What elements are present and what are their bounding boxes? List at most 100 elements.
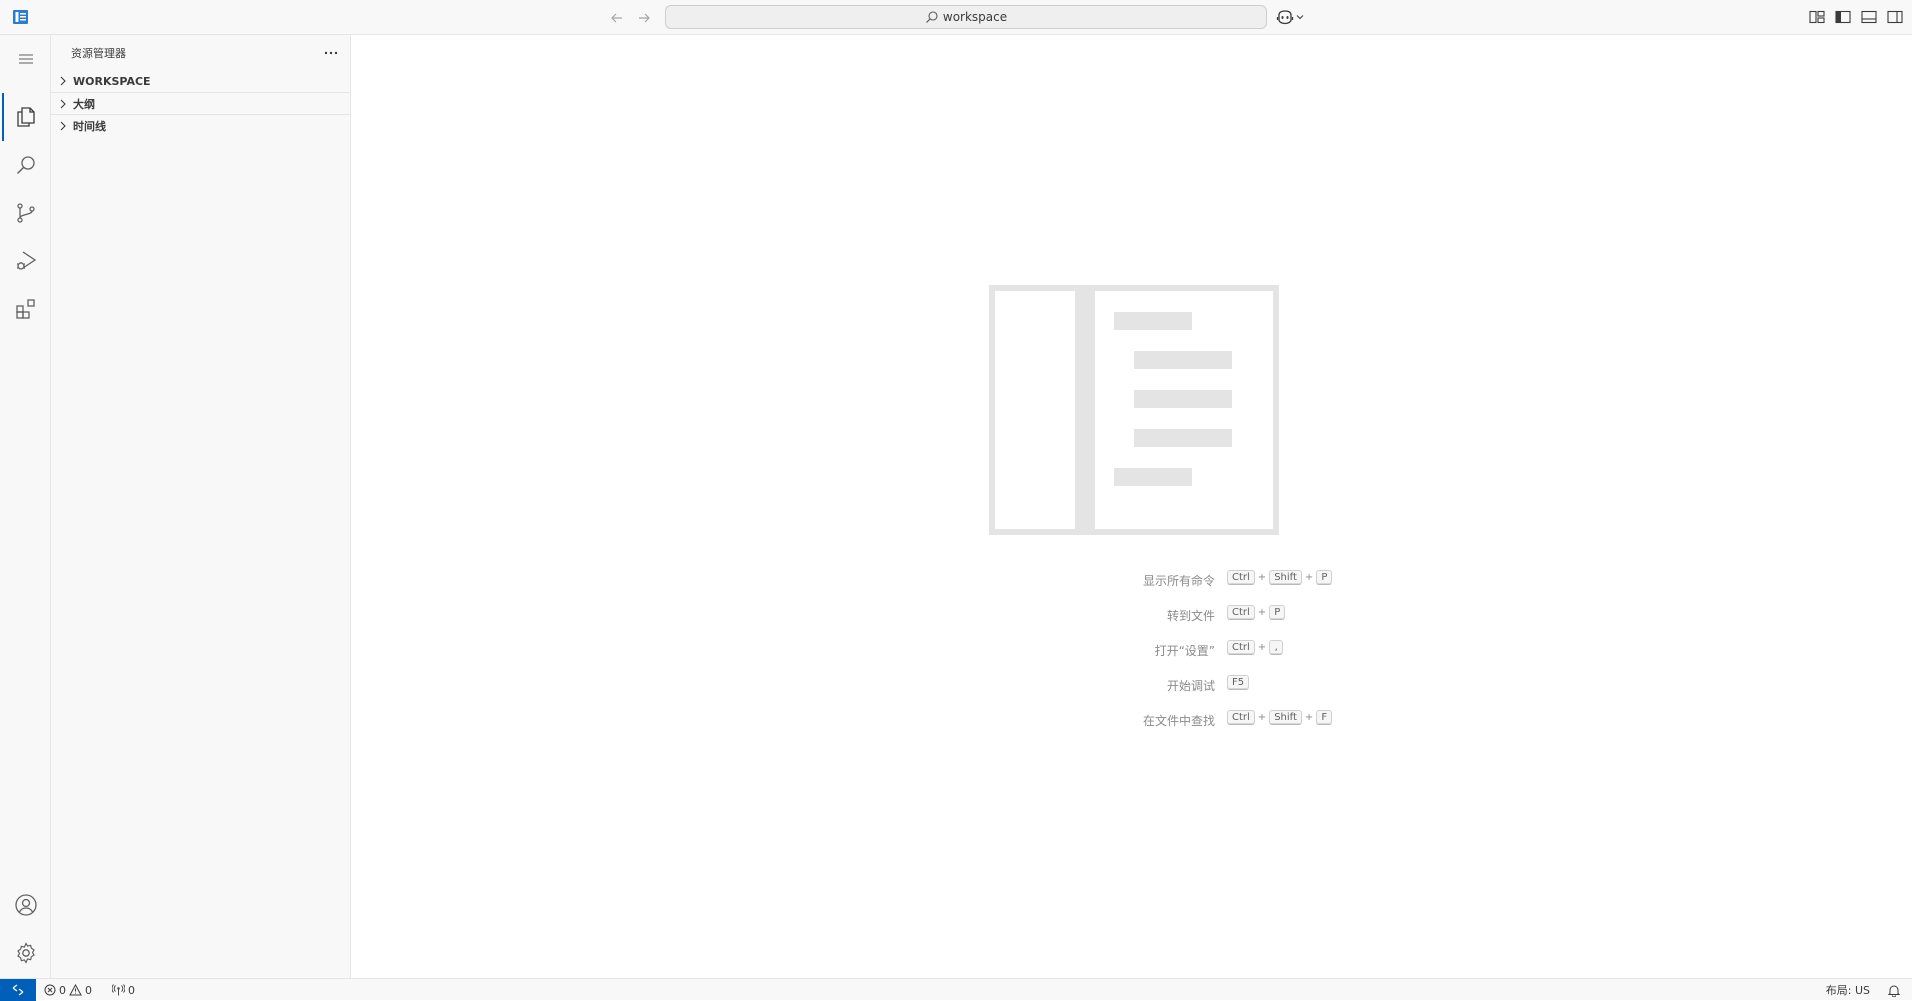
- warning-count: 0: [85, 983, 92, 997]
- keycap: F: [1316, 710, 1333, 725]
- chevron-down-icon: [1296, 15, 1304, 20]
- activity-source-control[interactable]: [0, 189, 51, 237]
- toggle-panel-icon: [1861, 10, 1877, 24]
- toggle-primary-sidebar-button[interactable]: [1834, 8, 1852, 26]
- go-back-button[interactable]: [607, 8, 627, 28]
- sidebar-title: 资源管理器: [71, 46, 126, 60]
- account-icon: [14, 894, 37, 916]
- notifications-button[interactable]: [1888, 979, 1900, 1001]
- chevron-right-icon: [53, 93, 73, 115]
- keycap: Ctrl: [1227, 605, 1255, 620]
- copilot-button[interactable]: [1276, 7, 1304, 27]
- keycap: Ctrl: [1227, 710, 1255, 725]
- ellipsis-icon: [324, 51, 338, 55]
- radio-tower-icon: [112, 984, 125, 996]
- status-bar: 0 0 0 布局: US: [0, 978, 1912, 1001]
- application-menu-button[interactable]: [0, 35, 51, 83]
- keycap: Shift: [1269, 570, 1302, 585]
- keycap: F5: [1227, 675, 1250, 690]
- shortcut-keys: Ctrl + Shift + P: [1227, 570, 1333, 585]
- shortcut-label: 转到文件: [1166, 609, 1215, 623]
- command-center-search[interactable]: workspace: [665, 5, 1267, 29]
- toggle-panel-button[interactable]: [1860, 8, 1878, 26]
- section-outline[interactable]: 大纲: [51, 92, 350, 114]
- shortcut-label: 在文件中查找: [1142, 714, 1215, 728]
- search-icon: [925, 11, 938, 23]
- activity-accounts[interactable]: [0, 881, 51, 929]
- shortcut-label: 打开“设置”: [1154, 644, 1215, 658]
- customize-layout-icon: [1809, 10, 1825, 24]
- chevron-right-icon: [53, 115, 73, 137]
- gear-icon: [16, 942, 35, 964]
- keycap: P: [1269, 605, 1286, 620]
- shortcut-start-debugging[interactable]: 开始调试 F5: [951, 675, 1651, 695]
- shortcut-open-settings[interactable]: 打开“设置” Ctrl + ,: [951, 640, 1651, 660]
- files-icon: [16, 107, 35, 127]
- section-label: WORKSPACE: [73, 74, 151, 88]
- keycap: P: [1316, 570, 1333, 585]
- keycap: Ctrl: [1227, 570, 1255, 585]
- key-separator: +: [1304, 572, 1314, 583]
- shortcut-label: 显示所有命令: [1142, 574, 1215, 588]
- remote-indicator-button[interactable]: [0, 979, 36, 1001]
- title-bar: workspace: [0, 0, 1912, 35]
- warning-icon: [69, 984, 82, 996]
- activity-bar: [0, 35, 51, 978]
- ports-count: 0: [128, 983, 135, 997]
- editor-watermark-icon: [989, 285, 1279, 535]
- activity-run-debug[interactable]: [0, 237, 51, 285]
- editor-area: 显示所有命令 Ctrl + Shift + P 转到文件 Ctrl + P 打开…: [351, 35, 1912, 978]
- keycap: Ctrl: [1227, 640, 1255, 655]
- section-timeline[interactable]: 时间线: [51, 114, 350, 136]
- error-icon: [44, 984, 56, 996]
- keyboard-layout-text: 布局: US: [1825, 984, 1870, 997]
- more-actions-button[interactable]: [322, 44, 340, 62]
- keycap: Shift: [1269, 710, 1302, 725]
- key-separator: +: [1257, 642, 1267, 653]
- command-center-text: workspace: [942, 10, 1008, 24]
- activity-explorer[interactable]: [0, 93, 51, 141]
- bell-icon: [1888, 985, 1900, 997]
- chevron-right-icon: [53, 70, 73, 92]
- layout-controls: [1808, 8, 1904, 26]
- key-separator: +: [1257, 572, 1267, 583]
- run-debug-icon: [16, 251, 36, 270]
- shortcut-keys: Ctrl + P: [1227, 605, 1286, 620]
- customize-layout-button[interactable]: [1808, 8, 1826, 26]
- problems-indicator[interactable]: 0 0: [44, 979, 92, 1001]
- toggle-primary-sidebar-icon: [1835, 10, 1851, 24]
- keycap: ,: [1269, 640, 1284, 655]
- ports-indicator[interactable]: 0: [112, 979, 135, 1001]
- shortcut-keys: F5: [1227, 675, 1250, 690]
- search-icon: [16, 156, 35, 175]
- activity-search[interactable]: [0, 141, 51, 189]
- toggle-secondary-sidebar-button[interactable]: [1886, 8, 1904, 26]
- copilot-icon: [1276, 10, 1294, 25]
- shortcut-go-to-file[interactable]: 转到文件 Ctrl + P: [951, 605, 1651, 625]
- go-forward-button[interactable]: [634, 8, 654, 28]
- section-label: 大纲: [73, 97, 95, 111]
- remote-icon: [12, 984, 24, 996]
- section-workspace[interactable]: WORKSPACE: [51, 70, 350, 92]
- vscode-logo-icon: [13, 10, 28, 24]
- source-control-icon: [16, 203, 35, 223]
- menu-icon: [18, 54, 33, 64]
- arrow-left-icon: [611, 13, 622, 23]
- shortcut-find-in-files[interactable]: 在文件中查找 Ctrl + Shift + F: [951, 710, 1651, 730]
- key-separator: +: [1257, 712, 1267, 723]
- key-separator: +: [1257, 607, 1267, 618]
- key-separator: +: [1304, 712, 1314, 723]
- extensions-icon: [15, 299, 35, 319]
- shortcut-keys: Ctrl + Shift + F: [1227, 710, 1333, 725]
- shortcut-keys: Ctrl + ,: [1227, 640, 1284, 655]
- arrow-right-icon: [639, 13, 650, 23]
- toggle-secondary-sidebar-icon: [1887, 10, 1903, 24]
- activity-extensions[interactable]: [0, 285, 51, 333]
- explorer-sidebar: 资源管理器 WORKSPACE 大纲 时间线: [51, 35, 351, 978]
- shortcut-show-all-commands[interactable]: 显示所有命令 Ctrl + Shift + P: [951, 570, 1651, 590]
- activity-manage[interactable]: [0, 929, 51, 977]
- keyboard-layout-indicator[interactable]: 布局: US: [1826, 979, 1870, 1001]
- section-label: 时间线: [73, 119, 106, 133]
- shortcut-label: 开始调试: [1166, 679, 1215, 693]
- error-count: 0: [59, 983, 66, 997]
